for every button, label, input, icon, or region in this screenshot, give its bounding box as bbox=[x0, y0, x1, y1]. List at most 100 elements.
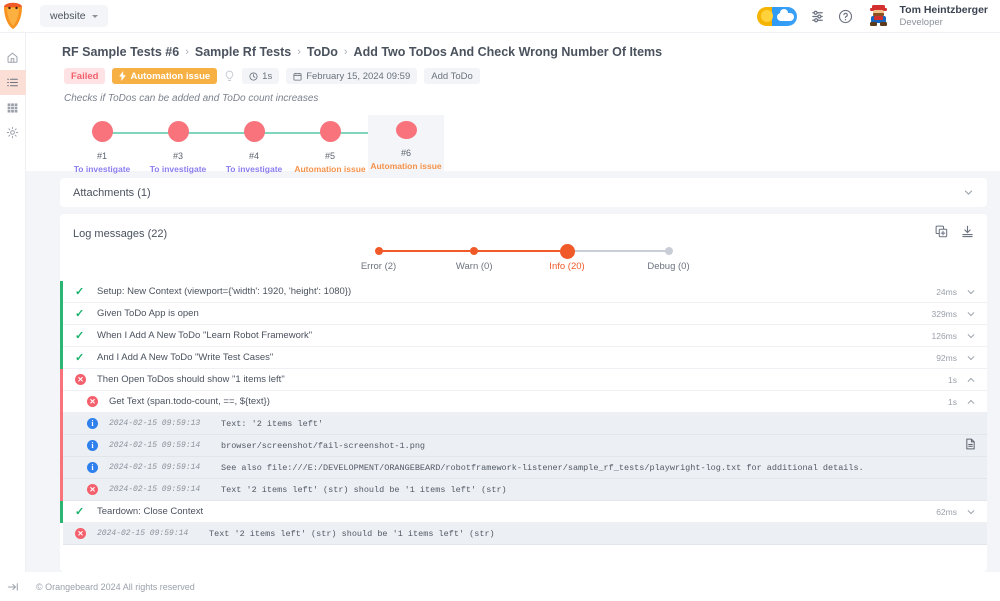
project-switcher-label: website bbox=[50, 10, 86, 22]
breadcrumb-item-2[interactable]: ToDo bbox=[307, 45, 338, 59]
timeline-dot bbox=[91, 121, 113, 142]
log-row-text: Text '2 items left' (str) should be '1 i… bbox=[221, 484, 507, 495]
timeline-item-1[interactable]: #1 To investigate bbox=[64, 115, 178, 174]
file-icon[interactable] bbox=[965, 437, 976, 455]
log-row-duration: 126ms bbox=[931, 330, 957, 341]
slider-point-warn[interactable] bbox=[470, 247, 479, 255]
log-row[interactable]: i 2024-02-15 09:59:14 See also file:///E… bbox=[63, 457, 987, 479]
log-row[interactable]: ✕ 2024-02-15 09:59:14 Text '2 items left… bbox=[63, 479, 987, 501]
chevron-down-icon[interactable] bbox=[966, 287, 976, 297]
chevron-down-icon[interactable] bbox=[966, 507, 976, 517]
sidebar-item-home[interactable] bbox=[0, 45, 26, 70]
log-row[interactable]: ✓ When I Add A New ToDo "Learn Robot Fra… bbox=[63, 325, 987, 347]
log-row[interactable]: ✓ And I Add A New ToDo "Write Test Cases… bbox=[63, 347, 987, 369]
log-row-text: See also file:///E:/DEVELOPMENT/ORANGEBE… bbox=[221, 462, 864, 473]
timeline-item-4[interactable]: #4 To investigate bbox=[216, 115, 330, 174]
status-badge-label: Failed bbox=[71, 70, 99, 82]
attachments-panel[interactable]: Attachments (1) bbox=[60, 178, 987, 207]
slider-label-debug[interactable]: Debug (0) bbox=[647, 261, 689, 272]
chevron-up-icon[interactable] bbox=[966, 375, 976, 385]
log-row[interactable]: ✕ Get Text (span.todo-count, ==, ${text}… bbox=[63, 391, 987, 413]
slider-label-info[interactable]: Info (20) bbox=[549, 261, 584, 272]
chevron-down-icon[interactable] bbox=[966, 309, 976, 319]
slider-label-warn[interactable]: Warn (0) bbox=[456, 261, 493, 272]
lightbulb-icon[interactable] bbox=[224, 70, 235, 83]
settings-sliders-icon[interactable] bbox=[810, 9, 825, 24]
breadcrumb-item-1[interactable]: Sample Rf Tests bbox=[195, 45, 291, 59]
chevron-down-icon[interactable] bbox=[966, 331, 976, 341]
date-badge: February 15, 2024 09:59 bbox=[286, 68, 418, 84]
check-icon: ✓ bbox=[75, 506, 85, 518]
top-bar-actions: Tom Heintzberger Developer bbox=[756, 3, 1000, 30]
breadcrumb-separator: › bbox=[185, 46, 189, 58]
timeline-status: Automation issue bbox=[294, 164, 366, 174]
slider-point-debug[interactable] bbox=[664, 247, 673, 255]
log-row-timestamp: 2024-02-15 09:59:13 bbox=[109, 419, 201, 428]
expand-sidebar-icon[interactable] bbox=[0, 581, 26, 593]
log-row-duration: 62ms bbox=[936, 506, 957, 517]
chevron-down-icon bbox=[91, 14, 98, 18]
top-bar: website Tom Heintzberger Developer bbox=[0, 0, 1000, 33]
check-icon: ✓ bbox=[75, 330, 85, 342]
tag-badge[interactable]: Add ToDo bbox=[424, 68, 480, 84]
timeline-item-3[interactable]: #3 To investigate bbox=[140, 115, 254, 174]
check-icon: ✓ bbox=[75, 308, 85, 320]
orangebeard-logo[interactable] bbox=[0, 0, 26, 33]
copy-icon[interactable] bbox=[935, 225, 948, 243]
log-row[interactable]: i 2024-02-15 09:59:13 Text: '2 items lef… bbox=[63, 413, 987, 435]
breadcrumb-item-0[interactable]: RF Sample Tests #6 bbox=[62, 45, 179, 59]
chevron-down-icon[interactable] bbox=[963, 187, 974, 198]
chevron-down-icon[interactable] bbox=[966, 353, 976, 363]
info-icon: i bbox=[87, 418, 109, 429]
timeline-number: #4 bbox=[248, 151, 259, 161]
log-row-text: Setup: New Context (viewport={'width': 1… bbox=[97, 286, 352, 297]
slider-label-error[interactable]: Error (2) bbox=[361, 261, 396, 272]
log-row[interactable]: ✓ Teardown: Close Context 62ms bbox=[63, 501, 987, 523]
attachments-header[interactable]: Attachments (1) bbox=[60, 178, 987, 207]
log-row-text: Get Text (span.todo-count, ==, ${text}) bbox=[109, 396, 270, 407]
check-icon: ✓ bbox=[75, 286, 85, 298]
log-group-failed: ✕ Then Open ToDos should show "1 items l… bbox=[60, 369, 987, 501]
log-row-text: Teardown: Close Context bbox=[97, 506, 204, 517]
test-meta-row: Failed Automation issue 1s February 15, … bbox=[26, 59, 1000, 84]
chevron-up-icon[interactable] bbox=[966, 397, 976, 407]
status-badge: Failed bbox=[64, 68, 106, 84]
sidebar-item-dashboards[interactable] bbox=[0, 95, 26, 120]
user-menu[interactable]: Tom Heintzberger Developer bbox=[866, 3, 988, 30]
defect-badge[interactable]: Automation issue bbox=[112, 68, 218, 84]
log-row[interactable]: i 2024-02-15 09:59:14 browser/screenshot… bbox=[63, 435, 987, 457]
timeline-number: #3 bbox=[172, 151, 183, 161]
bolt-icon bbox=[119, 71, 127, 81]
log-row[interactable]: ✓ Given ToDo App is open 329ms bbox=[63, 303, 987, 325]
sidebar-item-test-runs[interactable] bbox=[0, 70, 26, 95]
clock-icon bbox=[249, 71, 258, 81]
log-level-slider[interactable]: Error (2) Warn (0) Info (20) Debug (0) bbox=[361, 239, 690, 281]
theme-toggle[interactable] bbox=[756, 6, 797, 26]
log-row[interactable]: ✓ Setup: New Context (viewport={'width':… bbox=[63, 281, 987, 303]
timeline-item-6[interactable]: #6 Automation issue bbox=[368, 115, 444, 171]
timeline-number: #6 bbox=[400, 148, 411, 158]
sidebar-item-settings[interactable] bbox=[0, 120, 26, 145]
log-row[interactable]: ✕ Then Open ToDos should show "1 items l… bbox=[63, 369, 987, 391]
log-row-timestamp: 2024-02-15 09:59:14 bbox=[97, 529, 189, 538]
timeline-status: To investigate bbox=[73, 164, 131, 174]
tag-label: Add ToDo bbox=[431, 70, 473, 82]
timeline-item-5[interactable]: #5 Automation issue bbox=[292, 115, 406, 174]
error-icon: ✕ bbox=[75, 374, 97, 385]
log-row-duration: 1s bbox=[948, 374, 957, 385]
log-row-duration: 24ms bbox=[936, 286, 957, 297]
log-row-timestamp: 2024-02-15 09:59:14 bbox=[109, 441, 201, 450]
timeline-number: #1 bbox=[96, 151, 107, 161]
cloud-icon bbox=[776, 8, 794, 21]
log-row-text: Text: '2 items left' bbox=[221, 418, 324, 429]
user-name: Tom Heintzberger bbox=[899, 3, 988, 16]
log-row[interactable]: ✕ 2024-02-15 09:59:14 Text '2 items left… bbox=[63, 523, 987, 545]
log-actions bbox=[935, 225, 974, 243]
duration-badge: 1s bbox=[242, 68, 280, 84]
help-icon[interactable] bbox=[838, 9, 853, 24]
slider-point-info[interactable] bbox=[559, 243, 575, 259]
log-row-text: Given ToDo App is open bbox=[97, 308, 199, 319]
download-icon[interactable] bbox=[961, 225, 974, 243]
project-switcher[interactable]: website bbox=[40, 5, 108, 27]
slider-point-error[interactable] bbox=[374, 247, 383, 255]
